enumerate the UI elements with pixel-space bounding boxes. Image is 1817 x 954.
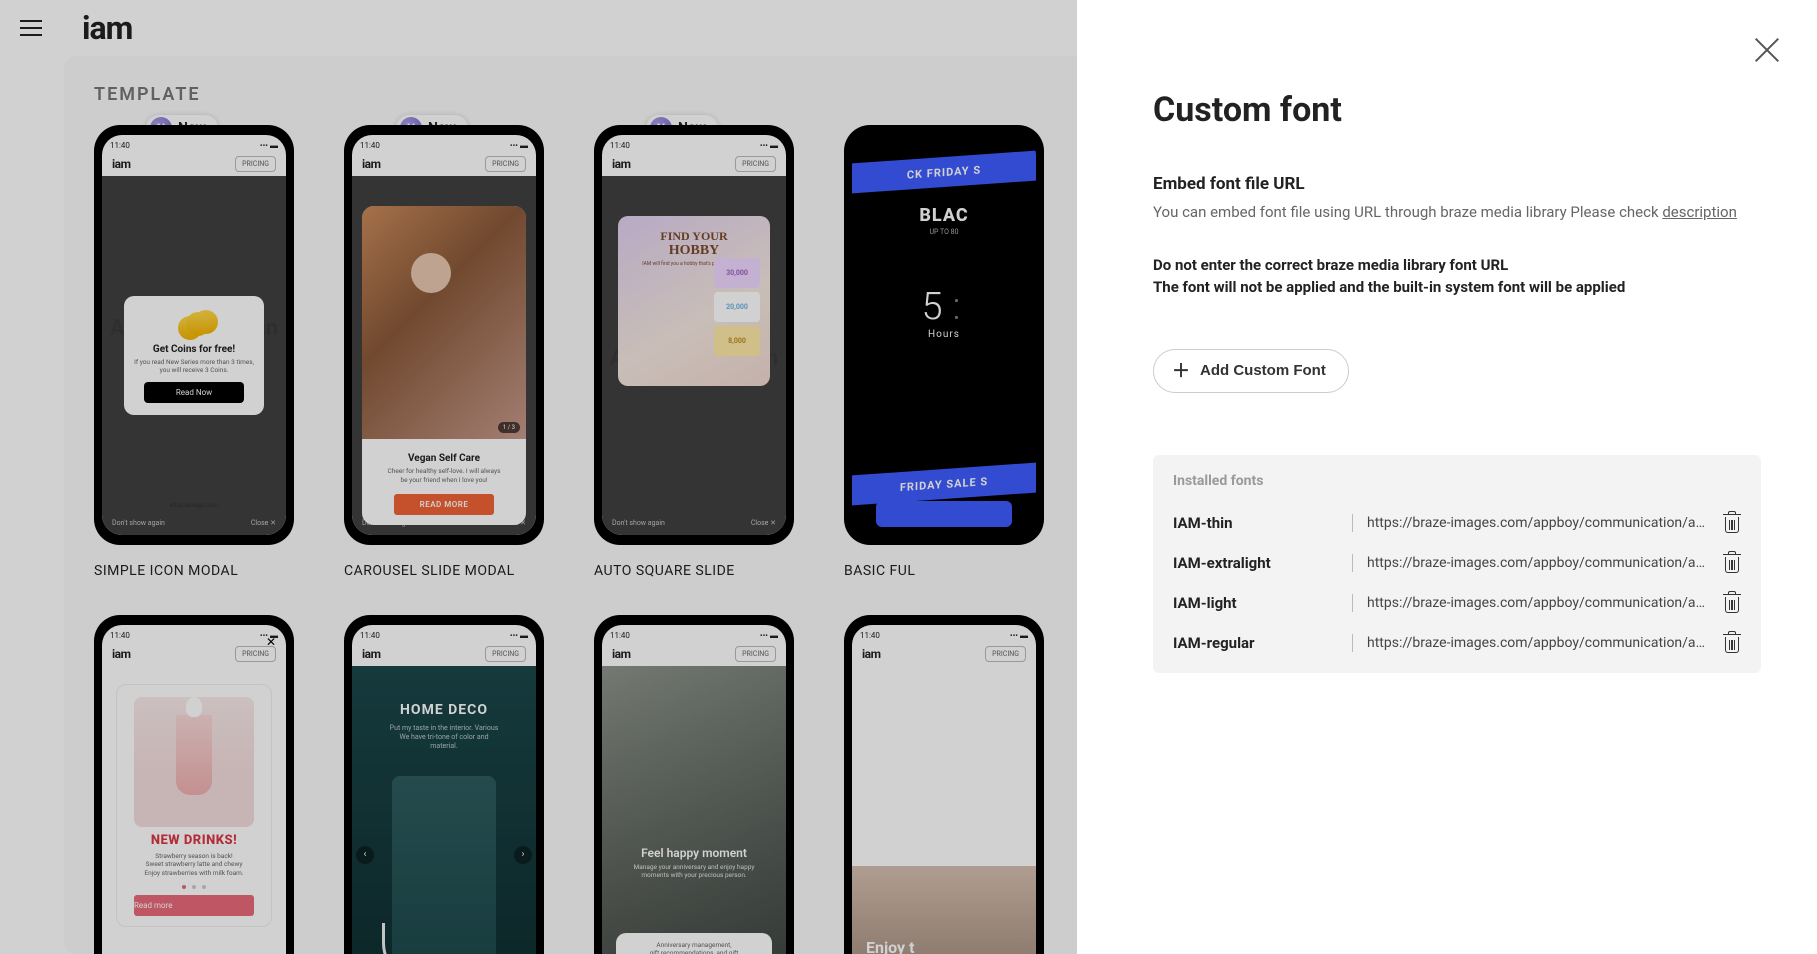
installed-fonts-header: Installed fonts <box>1173 473 1741 489</box>
delete-icon[interactable] <box>1723 633 1741 653</box>
font-row: IAM-light https://braze-images.com/appbo… <box>1173 583 1741 623</box>
delete-icon[interactable] <box>1723 593 1741 613</box>
font-name: IAM-thin <box>1173 514 1353 532</box>
description-link[interactable]: description <box>1662 203 1737 221</box>
warning-block: Do not enter the correct braze media lib… <box>1153 254 1761 299</box>
delete-icon[interactable] <box>1723 513 1741 533</box>
plus-icon: ＋ <box>1172 362 1190 380</box>
font-url: https://braze-images.com/appboy/communic… <box>1367 515 1709 531</box>
panel-title: Custom font <box>1153 90 1761 130</box>
installed-fonts-box: Installed fonts IAM-thin https://braze-i… <box>1153 455 1761 673</box>
custom-font-panel: Custom font Embed font file URL You can … <box>1077 0 1817 954</box>
delete-icon[interactable] <box>1723 553 1741 573</box>
font-row: IAM-extralight https://braze-images.com/… <box>1173 543 1741 583</box>
close-icon[interactable] <box>1753 36 1781 64</box>
add-custom-font-button[interactable]: ＋ Add Custom Font <box>1153 349 1349 393</box>
embed-title: Embed font file URL <box>1153 174 1761 194</box>
font-row: IAM-thin https://braze-images.com/appboy… <box>1173 503 1741 543</box>
embed-description: You can embed font file using URL throug… <box>1153 202 1761 224</box>
font-row: IAM-regular https://braze-images.com/app… <box>1173 623 1741 663</box>
